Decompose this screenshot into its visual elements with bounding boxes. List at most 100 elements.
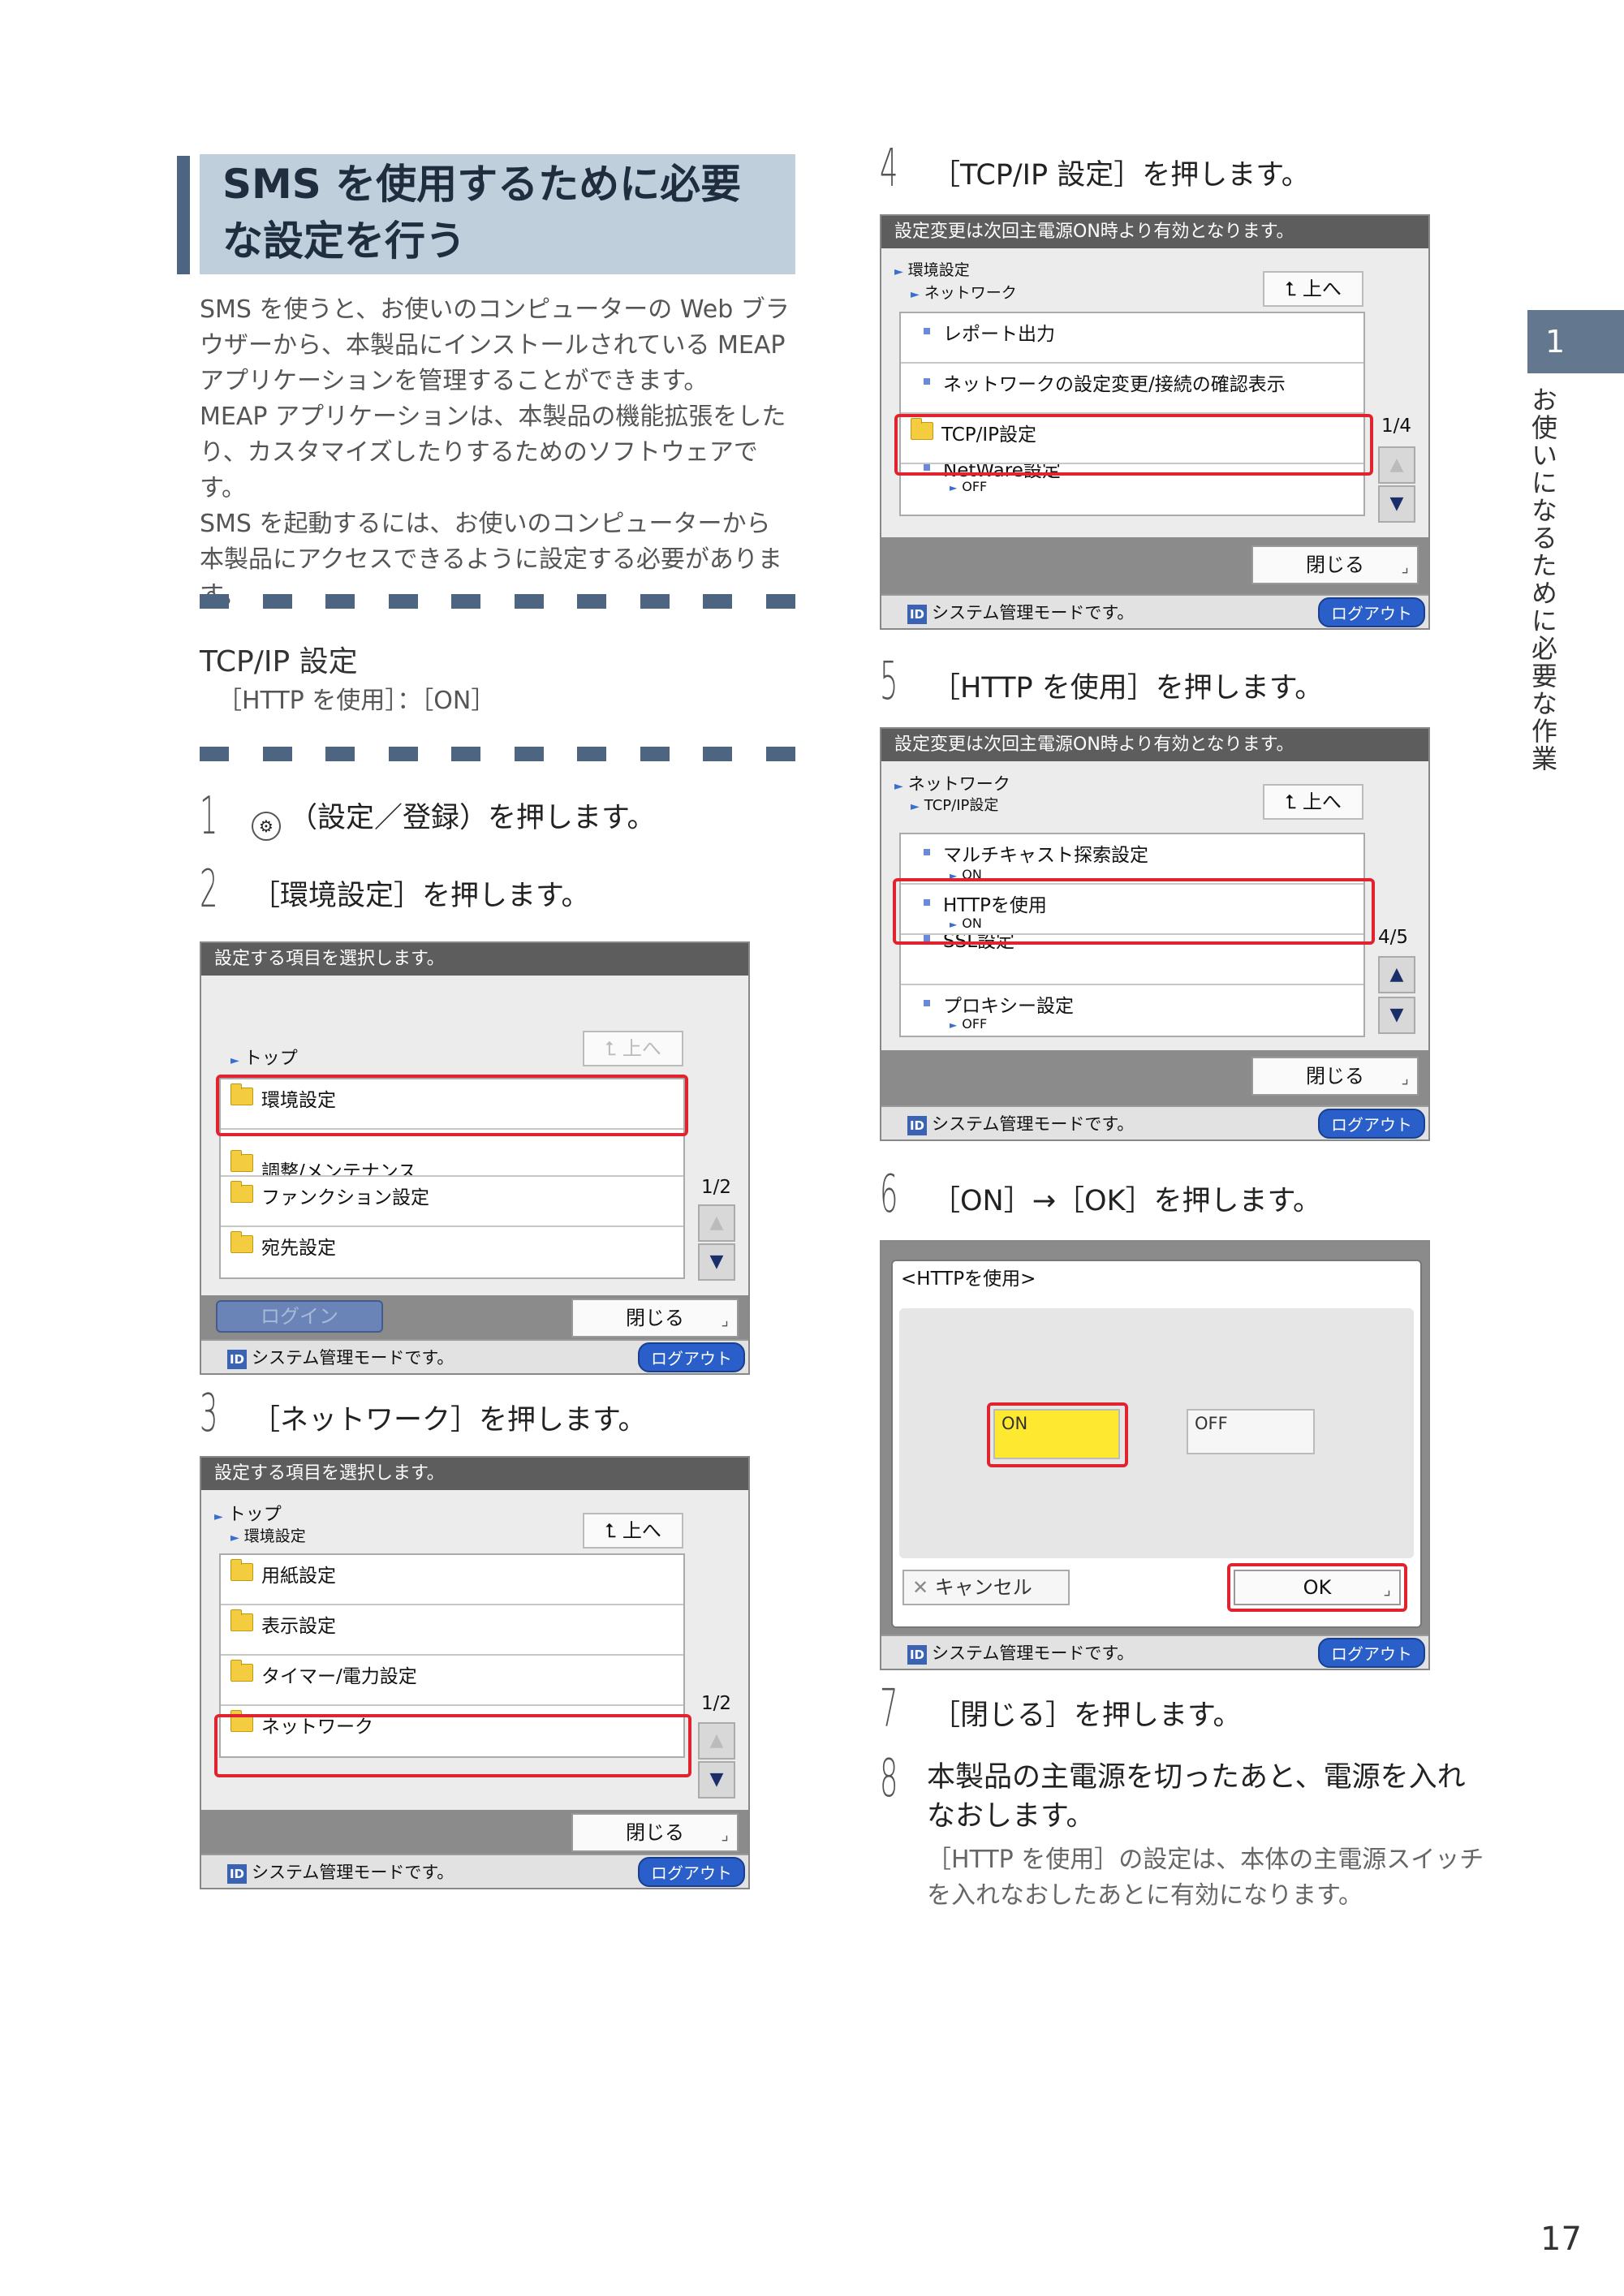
step-6: 6 ［ON］→［OK］を押します。 [880,1165,1322,1225]
screen-header: 設定変更は次回主電源ON時より有効となります。 [881,729,1428,761]
folder-icon [230,1150,253,1172]
highlight-frame [1227,1563,1407,1612]
id-icon: ID [907,1645,927,1665]
id-icon: ID [227,1350,247,1369]
up-button[interactable]: ⮤ 上へ [583,1513,683,1549]
off-button[interactable]: OFF [1187,1409,1315,1454]
folder-icon [230,1181,253,1203]
list-item[interactable]: タイマー/電力設定 [221,1656,683,1706]
close-button[interactable]: 閉じる [571,1813,739,1852]
folder-icon [230,1609,253,1631]
step-3: 3 ［ネットワーク］を押します。 [200,1384,647,1444]
folder-icon [230,1660,253,1682]
logout-button[interactable]: ログアウト [1318,1637,1425,1668]
list-item[interactable]: マルチキャスト探索設定 ► ON [901,834,1363,885]
dashed-divider [200,747,795,761]
highlight-frame [216,1075,688,1136]
folder-icon [230,1231,253,1253]
intro-text: SMS を使うと、お使いのコンピューターの Web ブラ ウザーから、本製品にイ… [200,295,790,610]
section-accent-bar [177,156,190,274]
sub-value: ► OFF [950,1016,988,1032]
close-button[interactable]: 閉じる [1251,1057,1419,1096]
highlight-frame [893,878,1375,945]
breadcrumb: ► 環境設定 [230,1527,306,1545]
bullet-icon [924,378,930,385]
scroll-down-arrow-icon[interactable]: ▼ [698,1761,735,1798]
status-bar: ID システム管理モードです。 ログアウト [881,1105,1428,1139]
page-indicator: 1/2 [701,1177,732,1198]
highlight-frame [987,1402,1128,1467]
list-item[interactable]: 宛先設定 [221,1227,683,1277]
scroll-up-arrow-icon[interactable]: ▲ [698,1722,735,1760]
dashed-divider [200,594,795,609]
scroll-down-arrow-icon[interactable]: ▼ [1378,997,1415,1034]
scroll-up-arrow-icon[interactable]: ▲ [698,1204,735,1242]
scroll-down-arrow-icon[interactable]: ▼ [698,1243,735,1281]
list-item[interactable]: ファンクション設定 [221,1177,683,1227]
logout-button[interactable]: ログアウト [638,1856,745,1887]
option-area: ON OFF [899,1308,1414,1558]
list-item[interactable]: ネットワークの設定変更/接続の確認表示 [901,364,1363,414]
scroll-down-arrow-icon[interactable]: ▼ [1378,485,1415,523]
status-bar: ID システム管理モードです。 ログアウト [201,1339,748,1373]
step-2: 2 ［環境設定］を押します。 [200,859,590,920]
close-icon: ✕ [912,1576,929,1599]
status-bar: ID システム管理モードです。 ログアウト [881,1635,1428,1669]
step-4: 4 ［TCP/IP 設定］を押します。 [880,139,1310,199]
screen-environment-select: 設定する項目を選択します。 ► トップ ⮤ 上へ 環境設定 調整/メンテナンス フ… [200,941,750,1375]
breadcrumb: ► 環境設定 [894,261,970,279]
login-button[interactable]: ログイン [216,1300,383,1333]
list-item[interactable]: 調整/メンテナンス [221,1130,683,1177]
scroll-up-arrow-icon[interactable]: ▲ [1378,956,1415,993]
http-dialog: <HTTPを使用> ON OFF ✕ キャンセル OK [891,1260,1422,1628]
step-5: 5 ［HTTP を使用］を押します。 [880,652,1324,712]
screen-http-dialog: <HTTPを使用> ON OFF ✕ キャンセル OK IDシステム管理モードで… [880,1240,1430,1670]
page-indicator: 1/2 [701,1693,732,1714]
breadcrumb: ► ネットワーク [894,774,1010,794]
step-8: 8 [880,1749,898,1809]
highlight-frame [214,1714,691,1777]
list-item[interactable]: 表示設定 [221,1605,683,1656]
sub-value: ► OFF [950,479,988,494]
step-8-text: 本製品の主電源を切ったあと、電源を入れ なおします。 [927,1761,1466,1833]
close-button[interactable]: 閉じる [1251,545,1419,584]
tcp-value: ［HTTP を使用］：［ON］ [218,687,496,715]
id-icon: ID [907,1116,927,1135]
bullet-icon [924,849,930,855]
step-7: 7 ［閉じる］を押します。 [880,1679,1242,1739]
id-icon: ID [907,605,927,624]
up-button[interactable]: ⮤ 上へ [583,1031,683,1066]
highlight-frame [894,414,1373,476]
list-item[interactable]: 用紙設定 [221,1555,683,1605]
page-indicator: 4/5 [1378,927,1409,948]
logout-button[interactable]: ログアウト [1318,1108,1425,1139]
settings-gear-icon: ⚙ [252,812,281,841]
logout-button[interactable]: ログアウト [638,1342,745,1372]
up-button[interactable]: ⮤ 上へ [1263,784,1363,820]
screen-http-select: 設定変更は次回主電源ON時より有効となります。 ► ネットワーク ► TCP/IP設… [880,727,1430,1141]
cancel-button[interactable]: ✕ キャンセル [902,1570,1070,1605]
bullet-icon [924,1000,930,1006]
logout-button[interactable]: ログアウト [1318,597,1425,627]
list-item[interactable]: レポート出力 [901,313,1363,364]
screen-network-select: 設定する項目を選択します。 ► トップ ► 環境設定 ⮤ 上へ 用紙設定 表示設定 … [200,1456,750,1889]
list-item[interactable]: プロキシー設定 ► OFF [901,985,1363,1036]
scroll-up-arrow-icon[interactable]: ▲ [1378,446,1415,484]
section-title: SMS を使用するために必要 な設定を行う [222,161,742,265]
close-button[interactable]: 閉じる [571,1299,739,1338]
dialog-title: <HTTPを使用> [901,1269,1036,1290]
screen-header: 設定する項目を選択します。 [201,1458,748,1490]
folder-icon [230,1559,253,1581]
id-icon: ID [227,1864,247,1884]
breadcrumb: ► TCP/IP設定 [911,797,999,814]
page-indicator: 1/4 [1381,416,1412,437]
bullet-icon [924,328,930,334]
tcp-heading: TCP/IP 設定 [200,645,358,678]
status-bar: ID システム管理モードです。 ログアウト [881,594,1428,628]
status-bar: ID システム管理モードです。 ログアウト [201,1854,748,1888]
up-button[interactable]: ⮤ 上へ [1263,271,1363,307]
screen-header: 設定する項目を選択します。 [201,943,748,976]
page-number: 17 [1540,2221,1582,2258]
chapter-title: お使いになるために必要な作業 [1527,386,1558,773]
chapter-tab: 1 [1527,310,1624,373]
